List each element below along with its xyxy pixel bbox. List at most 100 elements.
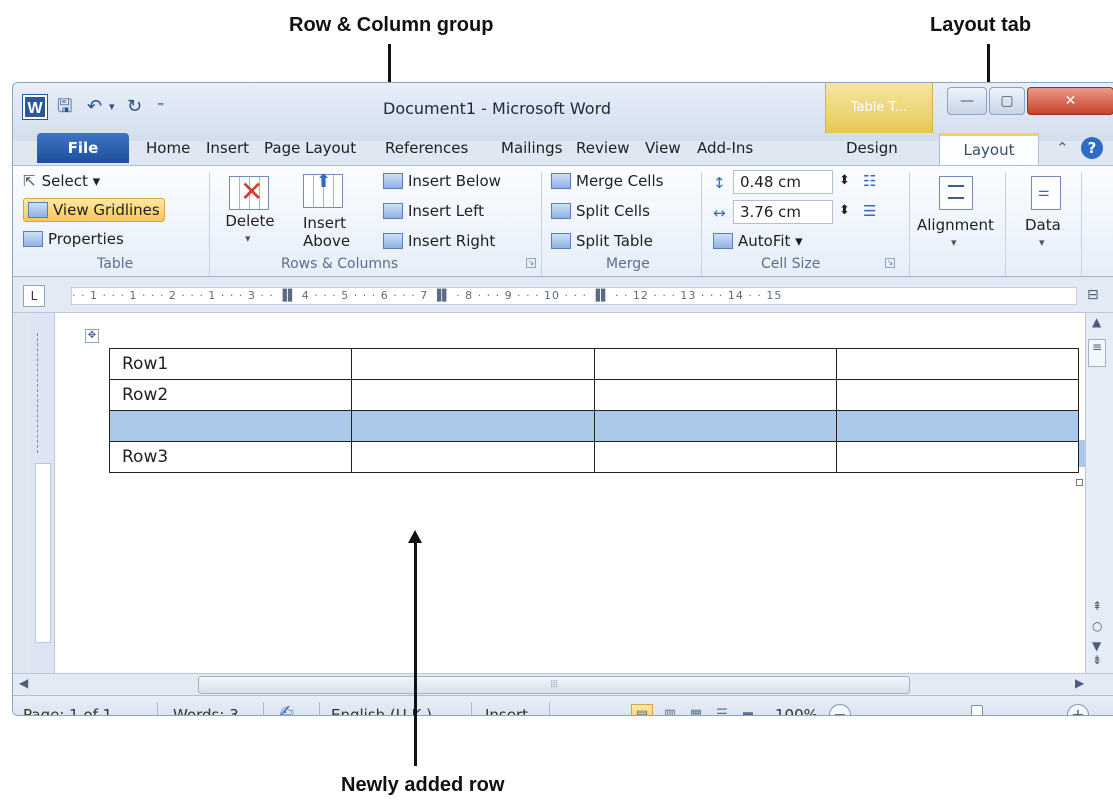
help-icon[interactable]: ?	[1081, 137, 1103, 159]
table-move-handle-icon[interactable]: ✥	[85, 329, 99, 343]
table-row[interactable]: Row3	[108, 441, 1080, 473]
table-cell[interactable]	[835, 410, 1080, 442]
table-cell[interactable]	[835, 441, 1080, 473]
table-cell[interactable]	[351, 410, 595, 442]
alignment-dropdown-icon[interactable]: ▾	[951, 232, 957, 254]
tab-file[interactable]: File	[37, 133, 129, 163]
table-cell[interactable]	[593, 410, 837, 442]
view-gridlines-button[interactable]: View Gridlines	[23, 198, 165, 222]
customize-qat-icon[interactable]: ⁼	[157, 95, 164, 119]
scroll-up-arrow-icon[interactable]: ▲	[1092, 315, 1101, 329]
undo-icon[interactable]: ↶	[87, 95, 102, 119]
proofing-icon[interactable]: ✍	[279, 702, 294, 715]
page-count[interactable]: Page: 1 of 1	[23, 706, 112, 715]
data-dropdown-icon[interactable]: ▾	[1039, 232, 1045, 254]
close-button[interactable]: ✕	[1027, 87, 1113, 115]
split-table-button[interactable]: Split Table	[551, 230, 653, 252]
next-page-icon[interactable]: ⇟	[1092, 653, 1102, 667]
zoom-out-button[interactable]: −	[829, 704, 851, 715]
full-screen-reading-view-icon[interactable]: ▥	[659, 704, 681, 715]
rows-columns-dialog-launcher-icon[interactable]: ↘	[526, 258, 536, 268]
tab-layout[interactable]: Layout	[939, 133, 1039, 166]
table-row[interactable]: Row2	[108, 379, 1080, 411]
tab-add-ins[interactable]: Add-Ins	[697, 139, 753, 157]
zoom-level[interactable]: 100%	[775, 706, 818, 715]
word-table[interactable]: Row1 Row2 Row3	[108, 348, 1080, 473]
save-icon[interactable]: 🖫	[57, 95, 72, 119]
select-button[interactable]: ⇱ Select ▾	[23, 170, 100, 192]
horizontal-scrollbar[interactable]: ◀ ⦙⦙⦙ ▶	[13, 673, 1113, 695]
vertical-ruler[interactable]	[31, 313, 55, 673]
maximize-button[interactable]: ▢	[989, 87, 1025, 115]
table-cell[interactable]	[593, 348, 837, 380]
table-cell[interactable]: Row3	[108, 441, 353, 473]
table-cell[interactable]	[108, 410, 353, 442]
table-row[interactable]: Row1	[108, 348, 1080, 380]
document-page[interactable]: ✥ Row1 Row2 Row3	[55, 313, 1091, 673]
tab-mailings[interactable]: Mailings	[501, 139, 562, 157]
tab-design[interactable]: Design	[846, 139, 898, 157]
table-cell[interactable]	[835, 348, 1080, 380]
tab-view[interactable]: View	[645, 139, 681, 157]
view-ruler-icon[interactable]: ⊟	[1087, 287, 1099, 303]
vertical-scrollbar[interactable]: ▲ ≡ ▼ ⇞ ○ ⇟	[1085, 313, 1113, 673]
zoom-slider-track[interactable]	[855, 715, 1061, 716]
horizontal-scroll-thumb[interactable]: ⦙⦙⦙	[198, 676, 910, 694]
tab-references[interactable]: References	[385, 139, 468, 157]
select-browse-object-icon[interactable]: ○	[1092, 619, 1102, 633]
tab-selector-icon[interactable]: L	[23, 285, 45, 307]
column-width-spinner[interactable]: ⬍	[839, 200, 850, 222]
scroll-left-arrow-icon[interactable]: ◀	[19, 676, 28, 690]
ruler-marks[interactable]: · · 1 · · · 1 · · · 2 · · · 1 · · · 3 · …	[71, 287, 1077, 305]
insert-below-button[interactable]: Insert Below	[383, 170, 501, 192]
table-cell[interactable]	[593, 441, 837, 473]
minimize-button[interactable]: —	[947, 87, 987, 115]
scroll-down-arrow-icon[interactable]: ▼	[1092, 639, 1101, 653]
print-layout-view-icon[interactable]: ▤	[631, 704, 653, 715]
word-count[interactable]: Words: 3	[173, 706, 239, 715]
distribute-rows-icon[interactable]: ☷	[863, 170, 876, 192]
merge-cells-button[interactable]: Merge Cells	[551, 170, 663, 192]
cell-size-dialog-launcher-icon[interactable]: ↘	[885, 258, 895, 268]
undo-dropdown-icon[interactable]: ▾	[109, 95, 115, 119]
insert-above-button[interactable]: Insert Above	[303, 214, 350, 250]
ribbon-tabs: File Home Insert Page Layout References …	[13, 133, 1113, 166]
table-cell[interactable]: Row2	[108, 379, 353, 411]
table-cell[interactable]	[351, 441, 595, 473]
column-width-input[interactable]: 3.76 cm	[733, 200, 833, 224]
split-cells-button[interactable]: Split Cells	[551, 200, 650, 222]
web-layout-view-icon[interactable]: ▦	[685, 704, 707, 715]
table-cell[interactable]	[835, 379, 1080, 411]
insert-mode[interactable]: Insert	[485, 706, 528, 715]
zoom-in-button[interactable]: +	[1067, 704, 1089, 715]
previous-page-icon[interactable]: ⇞	[1092, 599, 1102, 613]
insert-right-button[interactable]: Insert Right	[383, 230, 495, 252]
table-cell[interactable]	[593, 379, 837, 411]
outline-view-icon[interactable]: ☰	[711, 704, 733, 715]
table-resize-handle[interactable]	[1076, 479, 1083, 486]
tab-home[interactable]: Home	[146, 139, 190, 157]
tab-page-layout[interactable]: Page Layout	[264, 139, 356, 157]
scroll-right-arrow-icon[interactable]: ▶	[1075, 676, 1084, 690]
tab-insert[interactable]: Insert	[206, 139, 249, 157]
delete-dropdown-icon[interactable]: ▾	[245, 228, 251, 250]
zoom-slider-thumb[interactable]	[971, 705, 983, 715]
vertical-scroll-thumb[interactable]: ≡	[1088, 339, 1106, 367]
word-logo-icon[interactable]: W	[23, 95, 47, 119]
draft-view-icon[interactable]: ▬	[737, 704, 759, 715]
distribute-columns-icon[interactable]: ☰	[863, 200, 876, 222]
minimize-ribbon-icon[interactable]: ⌃	[1056, 139, 1069, 157]
tab-review[interactable]: Review	[576, 139, 630, 157]
row-height-spinner[interactable]: ⬍	[839, 170, 850, 192]
insert-left-icon	[383, 203, 403, 219]
table-row-new[interactable]	[108, 410, 1080, 442]
insert-left-button[interactable]: Insert Left	[383, 200, 484, 222]
table-cell[interactable]	[351, 348, 595, 380]
row-height-input[interactable]: 0.48 cm	[733, 170, 833, 194]
redo-icon[interactable]: ↻	[127, 95, 142, 119]
insert-below-icon	[383, 173, 403, 189]
properties-button[interactable]: Properties	[23, 228, 124, 250]
table-cell[interactable]: Row1	[108, 348, 353, 380]
autofit-button[interactable]: AutoFit ▾	[713, 230, 803, 252]
table-cell[interactable]	[351, 379, 595, 411]
